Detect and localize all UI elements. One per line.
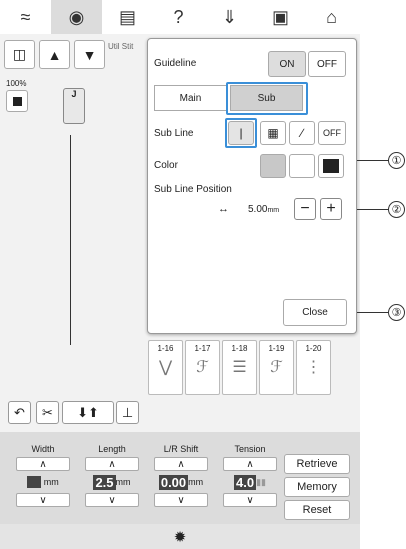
length-up-button[interactable]: ∧ [85, 457, 139, 471]
lr-shift-down-button[interactable]: ∨ [154, 493, 208, 507]
stitch-code: 1-18 [231, 344, 248, 353]
callout-line-3 [357, 312, 389, 313]
position-minus-button[interactable]: − [294, 198, 316, 220]
tension-control: Tension ∧ 4.0 ▮▮ ∨ [221, 444, 279, 518]
color-gray-swatch[interactable] [260, 154, 286, 178]
tab-main[interactable]: Main [154, 85, 227, 111]
horizontal-arrow-icon: ↔ [218, 203, 229, 215]
stitch-pattern-icon: ☰ [232, 359, 247, 376]
lr-shift-label: L/R Shift [163, 444, 199, 454]
sub-line-highlight [225, 118, 257, 148]
sub-line-label: Sub Line [154, 128, 194, 139]
callout-line-1 [357, 160, 389, 161]
guideline-dialog: Guideline ON OFF Main Sub Sub Line | ▦ ∕… [147, 38, 357, 334]
settings-panel: Width ∧ mm ∨ Length ∧ 2.5 mm ∨ L/R Shift … [0, 432, 360, 524]
stitch-list: 1-16 ⋁ 1-17 ℱ 1-18 ☰ 1-19 ℱ 1-20 ⋮ [148, 340, 353, 395]
position-plus-button[interactable]: + [320, 198, 342, 220]
stitch-item[interactable]: 1-17 ℱ [185, 340, 220, 395]
width-down-button[interactable]: ∨ [16, 493, 70, 507]
stitch-code: 1-20 [305, 344, 322, 353]
stitch-icon[interactable]: ⇓ [204, 0, 255, 34]
book-icon[interactable]: ◫ [4, 40, 35, 69]
width-value: mm [14, 471, 72, 493]
stitch-item[interactable]: 1-20 ⋮ [296, 340, 331, 395]
home-icon[interactable]: ⌂ [306, 0, 357, 34]
grid-icon[interactable]: ▦ [260, 121, 286, 145]
tension-label: Tension [234, 444, 266, 454]
needle-icon[interactable]: ▼ [74, 40, 105, 69]
stitch-item[interactable]: 1-18 ☰ [222, 340, 257, 395]
sub-line-position-label: Sub Line Position [154, 184, 232, 195]
zoom-label: 100% [6, 79, 27, 88]
stitch-pattern-icon: ℱ [270, 359, 283, 376]
lr-shift-control: L/R Shift ∧ 0.00 mm ∨ [152, 444, 210, 518]
pivot-icon[interactable]: ⊥ [116, 401, 139, 424]
length-value: 2.5 mm [93, 474, 131, 490]
guideline-label: Guideline [154, 58, 197, 69]
reset-button[interactable]: Reset [284, 500, 350, 520]
retrieve-button[interactable]: Retrieve [284, 454, 350, 474]
utility-label: Util Stit [108, 42, 134, 51]
length-down-button[interactable]: ∨ [85, 493, 139, 507]
lr-shift-up-button[interactable]: ∧ [154, 457, 208, 471]
document-icon[interactable]: ▤ [102, 0, 153, 34]
width-control: Width ∧ mm ∨ [14, 444, 72, 518]
machine-screen: ≈ ◉ ▤ ? ⇓ ▣ ⌂ ◫ ▲ ▼ Util Stit 100% J 1-1… [0, 0, 360, 549]
foot-letter: J [71, 89, 77, 99]
triangle-icon[interactable]: ▲ [39, 40, 70, 69]
lock-icon[interactable]: ▣ [255, 0, 306, 34]
stitch-pattern-icon: ⋁ [158, 359, 173, 376]
callout-line-2 [357, 209, 389, 210]
tension-up-button[interactable]: ∧ [223, 457, 277, 471]
zoom-button[interactable] [6, 90, 28, 112]
guideline-on-button[interactable]: ON [268, 51, 306, 77]
presser-foot-icon: J [63, 88, 85, 124]
help-icon[interactable]: ? [153, 0, 204, 34]
top-bar: ≈ ◉ ▤ ? ⇓ ▣ ⌂ [0, 0, 360, 34]
status-bar: ✹ [0, 524, 360, 549]
length-control: Length ∧ 2.5 mm ∨ [83, 444, 141, 518]
tension-value: 4.0 ▮▮ [234, 474, 266, 490]
spool-icon: ✹ [173, 528, 187, 546]
needle-position-icon[interactable]: ⬇⬆ [62, 401, 114, 424]
scissors-icon[interactable]: ✂ [36, 401, 59, 424]
color-white-swatch[interactable] [289, 154, 315, 178]
sub-line-off-button[interactable]: OFF [318, 121, 346, 145]
lr-shift-value: 0.00 mm [158, 474, 204, 490]
reverse-icon[interactable]: ↶ [8, 401, 31, 424]
wifi-icon[interactable]: ≈ [0, 0, 51, 34]
sub-tab-highlight [226, 82, 308, 115]
color-black-swatch[interactable] [318, 154, 344, 178]
stitch-pattern-icon: ℱ [196, 359, 209, 376]
stitch-item[interactable]: 1-16 ⋁ [148, 340, 183, 395]
width-up-button[interactable]: ∧ [16, 457, 70, 471]
diagonal-line-icon[interactable]: ∕ [289, 121, 315, 145]
stitch-item[interactable]: 1-19 ℱ [259, 340, 294, 395]
guideline-off-button[interactable]: OFF [308, 51, 346, 77]
tension-down-button[interactable]: ∨ [223, 493, 277, 507]
stitch-code: 1-17 [194, 344, 211, 353]
width-label: Width [31, 444, 55, 454]
close-button[interactable]: Close [283, 299, 347, 326]
memory-button[interactable]: Memory [284, 477, 350, 497]
position-value: 5.00mm [248, 204, 280, 215]
callout-1: ① [388, 152, 405, 169]
camera-icon[interactable]: ◉ [51, 0, 102, 34]
callout-3: ③ [388, 304, 405, 321]
color-label: Color [154, 160, 178, 171]
length-label: Length [98, 444, 126, 454]
stitch-pattern-icon: ⋮ [305, 359, 322, 376]
stitch-code: 1-19 [268, 344, 285, 353]
guideline [70, 135, 71, 345]
stitch-code: 1-16 [157, 344, 174, 353]
callout-2: ② [388, 201, 405, 218]
